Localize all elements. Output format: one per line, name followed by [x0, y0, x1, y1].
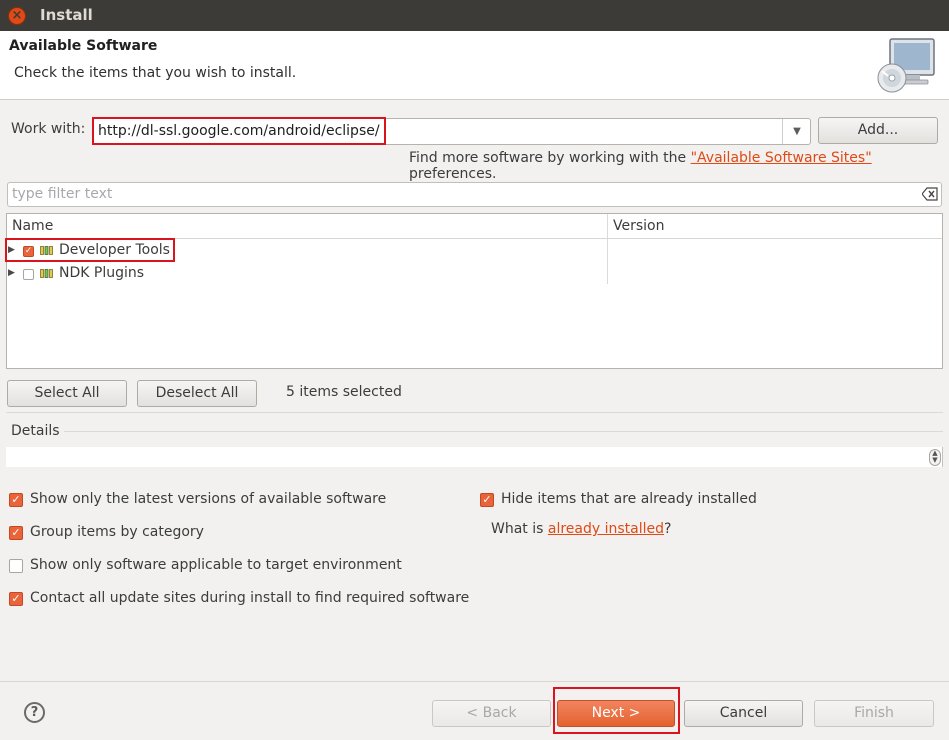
- column-divider: [607, 214, 608, 284]
- group-by-category-label[interactable]: Group items by category: [30, 524, 204, 540]
- find-more-suffix: preferences.: [409, 166, 497, 182]
- row-name: NDK Plugins: [59, 265, 145, 281]
- add-button[interactable]: Add...: [818, 117, 938, 144]
- chevron-down-icon[interactable]: ▼: [782, 119, 811, 144]
- selection-status: 5 items selected: [286, 384, 402, 400]
- details-area: [6, 447, 943, 467]
- contact-sites-checkbox[interactable]: ✓: [9, 592, 23, 606]
- help-icon[interactable]: ?: [24, 702, 45, 723]
- column-name[interactable]: Name: [12, 218, 53, 234]
- target-env-checkbox[interactable]: [9, 559, 23, 573]
- what-is-suffix: ?: [664, 521, 672, 537]
- details-label: Details: [11, 423, 60, 439]
- filter-placeholder[interactable]: type filter text: [12, 186, 112, 202]
- table-row[interactable]: ▶ NDK Plugins: [7, 263, 607, 285]
- software-table: Name Version ▶ ✓ Developer Tools ▶ NDK P…: [5, 213, 943, 369]
- find-more-text: Find more software by working with the "…: [409, 150, 949, 182]
- select-all-button[interactable]: Select All: [7, 380, 127, 407]
- divider: [64, 431, 943, 432]
- work-with-label: Work with:: [11, 121, 86, 137]
- latest-versions-checkbox[interactable]: ✓: [9, 493, 23, 507]
- back-button[interactable]: < Back: [432, 700, 551, 727]
- details-scroll-icon[interactable]: ▲ ▼: [929, 449, 941, 466]
- header-banner: Available Software Check the items that …: [0, 31, 949, 100]
- filter-field[interactable]: type filter text: [7, 182, 942, 207]
- column-version[interactable]: Version: [613, 218, 664, 234]
- what-is-installed-text: What is already installed?: [491, 521, 671, 537]
- close-icon[interactable]: ×: [8, 7, 26, 25]
- monitor-cd-icon: [877, 38, 935, 93]
- group-by-category-checkbox[interactable]: ✓: [9, 526, 23, 540]
- divider: [6, 412, 943, 413]
- table-header: Name Version: [7, 214, 942, 239]
- clear-filter-icon[interactable]: [922, 187, 938, 201]
- already-installed-link[interactable]: already installed: [548, 521, 664, 537]
- hide-installed-label[interactable]: Hide items that are already installed: [501, 491, 757, 507]
- row-checkbox[interactable]: [23, 269, 34, 280]
- window-title: Install: [40, 6, 93, 24]
- expand-arrow-icon[interactable]: ▶: [8, 268, 15, 278]
- highlight-url: [92, 117, 386, 145]
- find-more-prefix: Find more software by working with the: [409, 150, 691, 166]
- highlight-developer-tools: [5, 238, 175, 262]
- cancel-button[interactable]: Cancel: [684, 700, 803, 727]
- target-env-label[interactable]: Show only software applicable to target …: [30, 557, 402, 573]
- highlight-next: [553, 687, 680, 734]
- contact-sites-label[interactable]: Contact all update sites during install …: [30, 590, 469, 606]
- category-icon: [40, 269, 53, 278]
- deselect-all-button[interactable]: Deselect All: [137, 380, 257, 407]
- footer-divider: [0, 681, 949, 682]
- available-sites-link[interactable]: "Available Software Sites": [691, 150, 872, 166]
- title-bar: × Install: [0, 0, 949, 31]
- hide-installed-checkbox[interactable]: ✓: [480, 493, 494, 507]
- finish-button[interactable]: Finish: [814, 700, 934, 727]
- page-title: Available Software: [9, 38, 158, 54]
- what-is-prefix: What is: [491, 521, 548, 537]
- page-subtitle: Check the items that you wish to install…: [14, 65, 297, 81]
- latest-versions-label[interactable]: Show only the latest versions of availab…: [30, 491, 386, 507]
